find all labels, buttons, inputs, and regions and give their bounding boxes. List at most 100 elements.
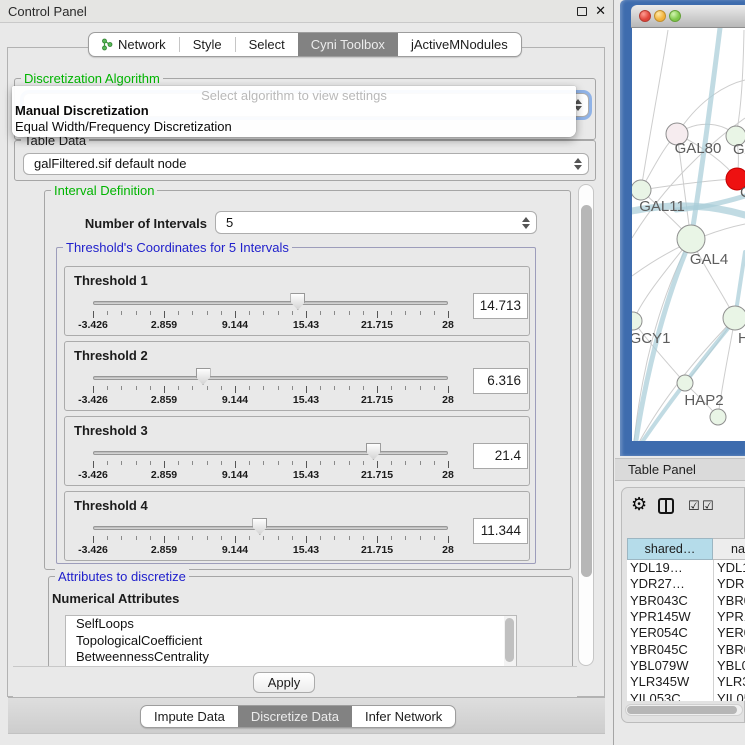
column-header-shared-name[interactable]: shared… bbox=[627, 538, 713, 560]
attribute-list-item[interactable]: SelfLoops bbox=[66, 616, 516, 633]
cell-shared-name: YDL19… bbox=[630, 560, 712, 576]
attribute-list-item[interactable]: TopologicalCoefficient bbox=[66, 633, 516, 650]
tick-label: -3.426 bbox=[78, 544, 108, 556]
dropdown-hint: Select algorithm to view settings bbox=[12, 88, 576, 103]
tick-mark bbox=[391, 461, 392, 465]
table-horizontal-scrollbar[interactable] bbox=[625, 704, 743, 716]
table-row[interactable]: YIL053CYIL05 bbox=[627, 691, 745, 701]
tab-label: Cyni Toolbox bbox=[311, 37, 385, 52]
network-node-label: GA bbox=[733, 141, 745, 158]
tick-label: 21.715 bbox=[361, 319, 393, 331]
network-canvas[interactable]: GAL80GACGAL11GAL4GCY1HHAP2 bbox=[632, 28, 745, 441]
slider-thumb[interactable] bbox=[366, 443, 381, 460]
threshold-2-value-field[interactable]: 6.316 bbox=[473, 368, 528, 394]
scrollbar-thumb[interactable] bbox=[581, 205, 592, 577]
network-node-gal4[interactable] bbox=[677, 225, 705, 253]
float-window-icon[interactable] bbox=[577, 7, 587, 16]
network-node-gcy1[interactable] bbox=[632, 312, 642, 330]
zoom-traffic-light-icon[interactable] bbox=[669, 10, 681, 22]
table-row[interactable]: YPR145WYPR14 bbox=[627, 609, 745, 625]
tab-select[interactable]: Select bbox=[236, 33, 298, 56]
cell-shared-name: YLR345W bbox=[630, 674, 712, 690]
column-header-name[interactable]: name bbox=[713, 538, 745, 560]
network-node-label: C bbox=[740, 184, 745, 201]
threshold-4-value-field[interactable]: 11.344 bbox=[473, 518, 528, 544]
tab-network[interactable]: Network bbox=[89, 33, 179, 56]
threshold-1-slider[interactable]: -3.4262.8599.14415.4321.71528 bbox=[65, 267, 465, 337]
tick-mark bbox=[150, 536, 151, 540]
threshold-4-slider[interactable]: -3.4262.8599.14415.4321.71528 bbox=[65, 492, 465, 562]
threshold-2-slider[interactable]: -3.4262.8599.14415.4321.71528 bbox=[65, 342, 465, 412]
table-row[interactable]: YBR045CYBR04 bbox=[627, 642, 745, 658]
checkbox-icon[interactable]: ☑ bbox=[702, 498, 714, 514]
tab-jactivemnodules[interactable]: jActiveMNodules bbox=[398, 33, 521, 56]
apply-button[interactable]: Apply bbox=[253, 672, 315, 693]
tick-mark bbox=[334, 536, 335, 540]
table-row[interactable]: YDR27…YDR27 bbox=[627, 576, 745, 592]
tab-cyni-toolbox[interactable]: Cyni Toolbox bbox=[298, 33, 398, 56]
network-window-titlebar bbox=[631, 5, 745, 28]
tick-mark bbox=[292, 311, 293, 315]
tab-infer-network[interactable]: Infer Network bbox=[352, 706, 455, 727]
slider-thumb[interactable] bbox=[252, 518, 267, 535]
slider-thumb[interactable] bbox=[290, 293, 305, 310]
tick-mark bbox=[391, 536, 392, 540]
tick-mark bbox=[391, 386, 392, 390]
network-node-h[interactable] bbox=[723, 306, 745, 330]
scrollbar-thumb[interactable] bbox=[627, 706, 737, 714]
slider-track[interactable] bbox=[93, 376, 448, 380]
tick-mark bbox=[292, 386, 293, 390]
network-node-label: H bbox=[738, 330, 745, 347]
attributes-group-title: Attributes to discretize bbox=[55, 569, 189, 584]
table-row[interactable]: YDL19…YDL19 bbox=[627, 560, 745, 576]
tick-mark bbox=[164, 461, 165, 468]
dropdown-item-equal-width-frequency[interactable]: Equal Width/Frequency Discretization bbox=[15, 119, 232, 134]
tick-mark bbox=[377, 461, 378, 468]
algorithm-group-title: Discretization Algorithm bbox=[21, 71, 163, 86]
table-row[interactable]: YBL079WYBL07 bbox=[627, 658, 745, 674]
table-panel: ⚙ ☑ ☑ shared… name YDL19…YDL19YDR27…YDR2… bbox=[621, 487, 745, 723]
threshold-1-value-field[interactable]: 14.713 bbox=[473, 293, 528, 319]
tick-mark bbox=[434, 311, 435, 315]
table-body: YDL19…YDL19YDR27…YDR27YBR043CYBR04YPR145… bbox=[627, 560, 745, 701]
network-node[interactable] bbox=[710, 409, 726, 425]
tick-label: 28 bbox=[442, 319, 454, 331]
threshold-3-value-field[interactable]: 21.4 bbox=[473, 443, 528, 469]
threshold-3-slider[interactable]: -3.4262.8599.14415.4321.71528 bbox=[65, 417, 465, 487]
slider-track[interactable] bbox=[93, 451, 448, 455]
slider-track[interactable] bbox=[93, 526, 448, 530]
tick-mark bbox=[235, 311, 236, 318]
table-row[interactable]: YER054CYER05 bbox=[627, 625, 745, 641]
network-view-window[interactable]: GAL80GACGAL11GAL4GCY1HHAP2 bbox=[620, 0, 745, 456]
slider-thumb[interactable] bbox=[196, 368, 211, 385]
close-icon[interactable]: ✕ bbox=[595, 3, 606, 19]
combo-arrows-icon bbox=[573, 158, 581, 170]
table-data-combobox[interactable]: galFiltered.sif default node bbox=[23, 153, 589, 175]
table-row[interactable]: YBR043CYBR04 bbox=[627, 593, 745, 609]
interval-definition-group: Interval Definition Number of Intervals … bbox=[44, 190, 571, 570]
tab-style[interactable]: Style bbox=[180, 33, 235, 56]
network-node-gal11[interactable] bbox=[632, 180, 651, 200]
gear-icon[interactable]: ⚙ bbox=[631, 494, 647, 515]
minimize-traffic-light-icon[interactable] bbox=[654, 10, 666, 22]
tick-label: 15.43 bbox=[293, 319, 319, 331]
tab-impute-data[interactable]: Impute Data bbox=[141, 706, 238, 727]
attribute-list-item[interactable]: BetweennessCentrality bbox=[66, 649, 516, 666]
tick-mark bbox=[121, 536, 122, 540]
close-traffic-light-icon[interactable] bbox=[639, 10, 651, 22]
checkbox-icon[interactable]: ☑ bbox=[688, 498, 700, 514]
split-columns-icon[interactable] bbox=[658, 498, 674, 514]
number-of-intervals-combobox[interactable]: 5 bbox=[215, 211, 537, 234]
network-node-hap2[interactable] bbox=[677, 375, 693, 391]
tick-mark bbox=[334, 311, 335, 315]
dropdown-item-manual-discretization[interactable]: Manual Discretization bbox=[15, 103, 149, 118]
slider-track[interactable] bbox=[93, 301, 448, 305]
list-scrollbar[interactable] bbox=[504, 616, 516, 666]
tick-label: 2.859 bbox=[151, 319, 177, 331]
numerical-attributes-list[interactable]: SelfLoopsTopologicalCoefficientBetweenne… bbox=[65, 615, 517, 666]
tab-discretize-data[interactable]: Discretize Data bbox=[238, 706, 352, 727]
table-data-group: Table Data galFiltered.sif default node bbox=[14, 140, 596, 181]
settings-vertical-scrollbar[interactable] bbox=[578, 184, 594, 666]
tab-label: Infer Network bbox=[365, 709, 442, 724]
table-row[interactable]: YLR345WYLR34 bbox=[627, 674, 745, 690]
